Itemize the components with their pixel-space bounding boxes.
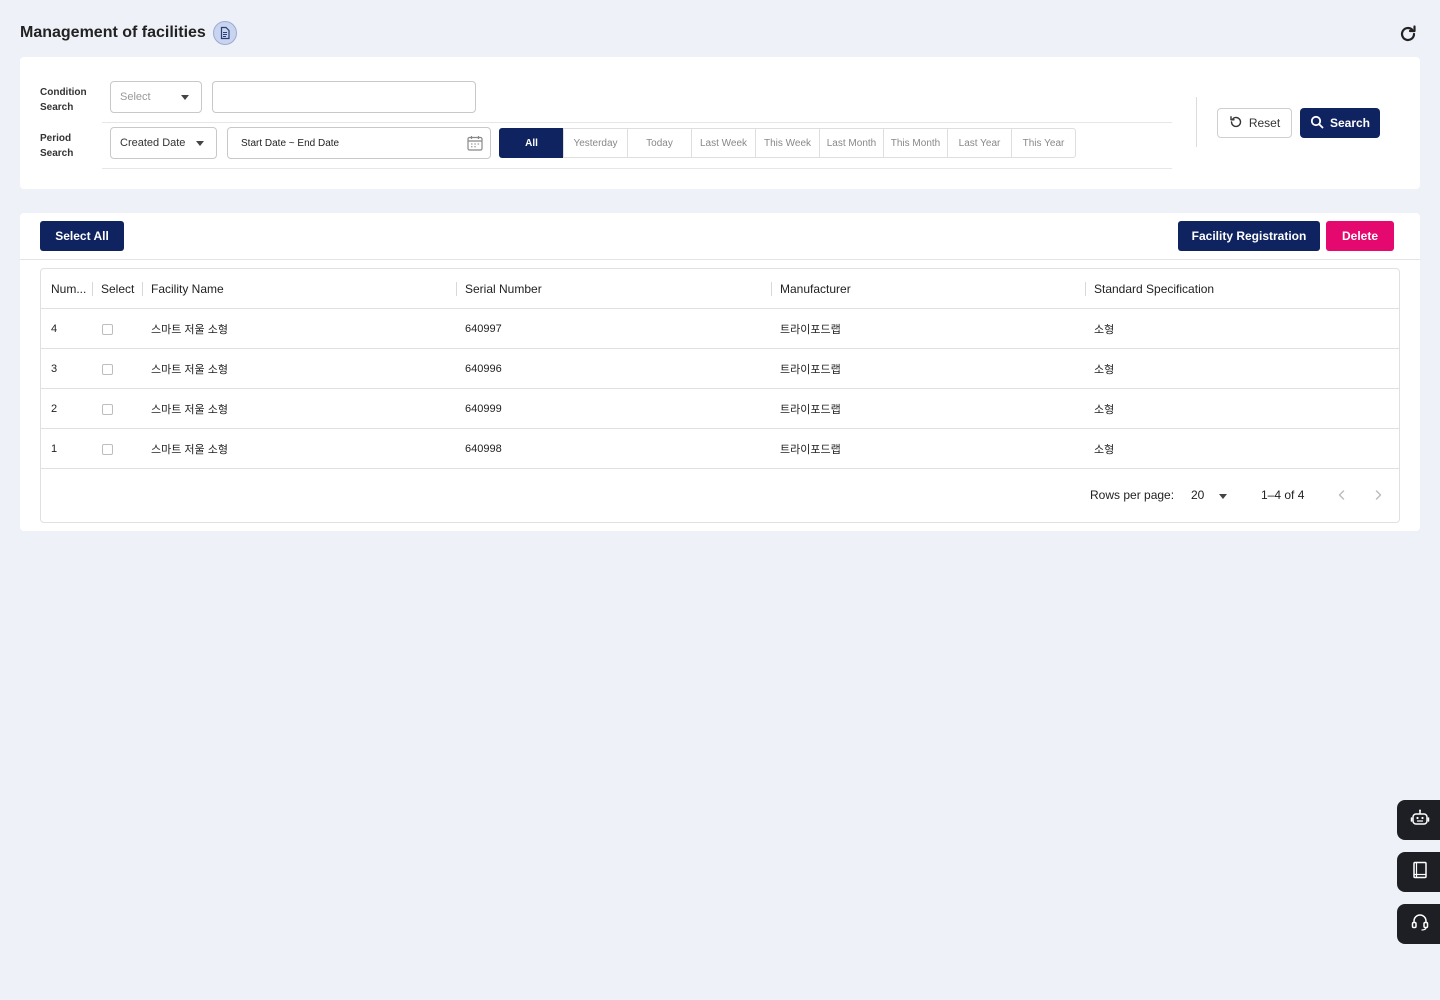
- row-manufacturer: 트라이포드랩: [780, 324, 841, 336]
- period-this-year-button[interactable]: This Year: [1011, 128, 1076, 158]
- row-number: 2: [51, 403, 58, 415]
- table-row[interactable]: 1 스마트 저울 소형 640998 트라이포드랩 소형: [41, 429, 1399, 469]
- document-icon[interactable]: [212, 21, 237, 45]
- period-last-month-button[interactable]: Last Month: [819, 128, 884, 158]
- condition-label-line-1: Condition: [40, 87, 87, 98]
- row-checkbox[interactable]: [102, 443, 113, 455]
- period-type-value: Created Date: [120, 137, 186, 149]
- period-search-label: Period Search: [40, 131, 73, 161]
- row-serial-number: 640996: [465, 363, 502, 375]
- row-facility-name: 스마트 저울 소형: [151, 404, 228, 416]
- row-select-cell: [91, 389, 141, 429]
- column-header-serial-number[interactable]: Serial Number: [455, 269, 770, 309]
- period-last-week-button[interactable]: Last Week: [691, 128, 756, 158]
- facility-list-panel: Select All Facility Registration Delete …: [20, 213, 1420, 531]
- reset-icon: [1229, 115, 1243, 132]
- search-button[interactable]: Search: [1300, 108, 1380, 138]
- search-icon: [1310, 115, 1324, 132]
- reset-button[interactable]: Reset: [1217, 108, 1292, 138]
- column-header-number[interactable]: Num...: [41, 269, 93, 309]
- condition-select[interactable]: Select: [110, 81, 202, 113]
- chatbot-icon: [1410, 808, 1430, 833]
- row-manufacturer: 트라이포드랩: [780, 364, 841, 376]
- page-title: Management of facilities: [20, 24, 206, 41]
- search-panel: Condition Search Select Period Search Cr…: [20, 57, 1420, 189]
- row-manufacturer: 트라이포드랩: [780, 404, 841, 416]
- period-this-month-button[interactable]: This Month: [883, 128, 948, 158]
- period-yesterday-button[interactable]: Yesterday: [563, 128, 628, 158]
- date-range-placeholder: Start Date ~ End Date: [241, 137, 340, 149]
- table-pagination: Rows per page: 20 1–4 of 4: [41, 469, 1399, 522]
- row-standard-specification: 소형: [1094, 364, 1115, 376]
- calendar-icon[interactable]: [466, 134, 484, 152]
- chevron-left-icon[interactable]: [1333, 486, 1351, 504]
- row-select-cell: [91, 349, 141, 389]
- row-facility-name: 스마트 저울 소형: [151, 364, 228, 376]
- row-checkbox[interactable]: [102, 363, 113, 375]
- row-number: 1: [51, 443, 58, 455]
- row-divider: [102, 122, 1172, 123]
- period-today-button[interactable]: Today: [627, 128, 692, 158]
- date-range-picker[interactable]: Start Date ~ End Date: [227, 127, 491, 159]
- condition-search-label: Condition Search: [40, 85, 87, 115]
- period-all-button[interactable]: All: [499, 128, 564, 158]
- page-header: Management of facilities: [20, 18, 237, 48]
- select-all-button[interactable]: Select All: [40, 221, 124, 251]
- row-facility-name: 스마트 저울 소형: [151, 444, 228, 456]
- period-quick-buttons: All Yesterday Today Last Week This Week …: [499, 128, 1076, 158]
- chevron-down-icon: [181, 95, 189, 100]
- search-label: Search: [1329, 116, 1371, 130]
- row-standard-specification: 소형: [1094, 444, 1115, 456]
- period-label-line-2: Search: [40, 148, 74, 159]
- row-manufacturer: 트라이포드랩: [780, 444, 841, 456]
- table-header: Num... Select Facility Name Serial Numbe…: [41, 269, 1399, 309]
- column-header-standard-specification[interactable]: Standard Specification: [1084, 269, 1399, 309]
- row-number: 4: [51, 323, 58, 335]
- row-standard-specification: 소형: [1094, 324, 1115, 336]
- period-label-line-1: Period: [40, 133, 72, 144]
- condition-label-line-2: Search: [40, 102, 74, 113]
- support-button[interactable]: [1397, 904, 1440, 944]
- row-serial-number: 640998: [465, 443, 502, 455]
- row-number: 3: [51, 363, 58, 375]
- row-facility-name: 스마트 저울 소형: [151, 324, 228, 336]
- table-row[interactable]: 2 스마트 저울 소형 640999 트라이포드랩 소형: [41, 389, 1399, 429]
- refresh-icon[interactable]: [1396, 22, 1420, 46]
- row-checkbox[interactable]: [102, 403, 113, 415]
- period-this-week-button[interactable]: This Week: [755, 128, 820, 158]
- table-row[interactable]: 3 스마트 저울 소형 640996 트라이포드랩 소형: [41, 349, 1399, 389]
- toolbar-divider: [20, 259, 1420, 260]
- row-serial-number: 640997: [465, 323, 502, 335]
- row-divider: [102, 168, 1172, 169]
- row-standard-specification: 소형: [1094, 404, 1115, 416]
- row-checkbox[interactable]: [102, 323, 113, 335]
- period-last-year-button[interactable]: Last Year: [947, 128, 1012, 158]
- table-row[interactable]: 4 스마트 저울 소형 640997 트라이포드랩 소형: [41, 309, 1399, 349]
- chevron-right-icon[interactable]: [1369, 486, 1387, 504]
- facility-table: Num... Select Facility Name Serial Numbe…: [40, 268, 1400, 523]
- headset-icon: [1410, 912, 1430, 937]
- condition-select-placeholder: Select: [120, 91, 151, 103]
- column-header-select[interactable]: Select: [91, 269, 141, 309]
- vertical-divider: [1196, 97, 1197, 147]
- manual-book-icon: [1410, 860, 1430, 885]
- row-select-cell: [91, 309, 141, 349]
- column-header-manufacturer[interactable]: Manufacturer: [770, 269, 1085, 309]
- reset-label: Reset: [1248, 116, 1281, 130]
- facility-registration-button[interactable]: Facility Registration: [1178, 221, 1320, 251]
- chevron-down-icon: [196, 141, 204, 146]
- pagination-range: 1–4 of 4: [1261, 488, 1305, 502]
- condition-search-input[interactable]: [212, 81, 476, 113]
- column-header-facility-name[interactable]: Facility Name: [141, 269, 456, 309]
- row-select-cell: [91, 429, 141, 469]
- manual-button[interactable]: [1397, 852, 1440, 892]
- period-type-select[interactable]: Created Date: [110, 127, 217, 159]
- row-serial-number: 640999: [465, 403, 502, 415]
- chatbot-button[interactable]: [1397, 800, 1440, 840]
- rows-per-page-label: Rows per page:: [1090, 488, 1175, 502]
- chevron-down-icon[interactable]: [1219, 494, 1227, 499]
- delete-button[interactable]: Delete: [1326, 221, 1394, 251]
